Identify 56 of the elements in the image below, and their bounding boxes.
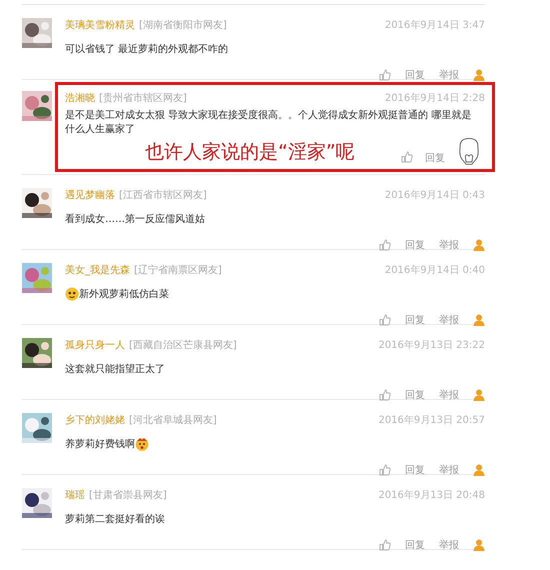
comment-time: 2016年9月14日 2:28: [384, 92, 485, 105]
user-name[interactable]: 遇见梦幽落: [65, 188, 115, 202]
comment-text: 这套就只能指望正太了: [65, 362, 165, 376]
report-link[interactable]: 举报: [439, 68, 459, 82]
annotation-text: 也许人家说的是“淫家”呢: [145, 140, 355, 165]
comment-time: 2016年9月13日 20:48: [378, 489, 485, 502]
person-icon[interactable]: [473, 69, 485, 81]
user-location: [江西省市辖区网友]: [119, 188, 207, 202]
comment-text: 是不是美工对成女太狠 导致大家现在接受度很高。。个人觉得成女新外观挺普通的 哪里就是什么人生赢家了: [65, 109, 472, 137]
report-link[interactable]: 举报: [439, 388, 459, 402]
person-icon[interactable]: [473, 389, 485, 401]
user-name[interactable]: 瑞瑶: [65, 488, 85, 502]
thumbs-up-icon[interactable]: [379, 239, 391, 251]
reply-link[interactable]: 回复: [405, 238, 425, 252]
user-name[interactable]: 孤身只身一人: [65, 338, 125, 352]
report-link[interactable]: 举报: [439, 538, 459, 552]
person-icon[interactable]: [473, 464, 485, 476]
thumbs-up-icon[interactable]: [379, 464, 391, 476]
reply-link[interactable]: 回复: [405, 313, 425, 327]
person-icon[interactable]: [473, 539, 485, 551]
thumbs-up-icon[interactable]: [379, 539, 391, 551]
comment-text: 养萝莉好费钱啊: [65, 438, 135, 451]
user-location: [湖南省衡阳市网友]: [139, 18, 227, 32]
comment-time: 2016年9月14日 0:40: [384, 264, 485, 277]
user-name[interactable]: 乡下的刘姥姥: [65, 413, 125, 427]
comment-time: 2016年9月13日 20:57: [378, 414, 485, 427]
user-location: [河北省阜城县网友]: [129, 414, 217, 427]
user-location: [辽宁省南票区网友]: [134, 264, 222, 277]
reply-link[interactable]: 回复: [405, 68, 425, 82]
person-icon[interactable]: [473, 239, 485, 251]
user-location: [贵州省市辖区网友]: [99, 92, 187, 105]
thumbs-up-icon[interactable]: [379, 314, 391, 326]
thumbs-up-icon[interactable]: [379, 389, 391, 401]
thumbs-up-icon[interactable]: [379, 69, 391, 81]
reply-link[interactable]: 回复: [405, 463, 425, 477]
comment-time: 2016年9月14日 3:47: [384, 19, 485, 32]
thumbs-up-icon[interactable]: [401, 151, 413, 163]
user-name[interactable]: 美璃美雪粉精灵: [65, 18, 135, 32]
user-location: [西藏自治区芒康县网友]: [129, 338, 237, 352]
report-link[interactable]: 举报: [439, 238, 459, 252]
report-link[interactable]: 举报: [439, 313, 459, 327]
comment-text: 新外观萝莉低仿白菜: [79, 288, 169, 301]
comment-text: 可以省钱了 最近萝莉的外观都不咋的: [65, 42, 228, 56]
user-name[interactable]: 美女_我是先森: [65, 263, 130, 277]
comment-time: 2016年9月14日 0:43: [384, 189, 485, 202]
user-name[interactable]: 浩湘晓: [65, 91, 95, 105]
comment-text: 看到成女……第一反应儒风道姑: [65, 212, 205, 226]
comment-text: 萝莉第二套挺好看的诶: [65, 512, 165, 526]
cartoon-head-drawing: [457, 137, 481, 165]
user-location: [甘肃省崇县网友]: [89, 488, 167, 502]
reply-link[interactable]: 回复: [425, 151, 445, 165]
person-icon[interactable]: [473, 314, 485, 326]
comment-time: 2016年9月13日 23:22: [378, 339, 485, 352]
reply-link[interactable]: 回复: [405, 388, 425, 402]
report-link[interactable]: 举报: [439, 463, 459, 477]
reply-link[interactable]: 回复: [405, 538, 425, 552]
